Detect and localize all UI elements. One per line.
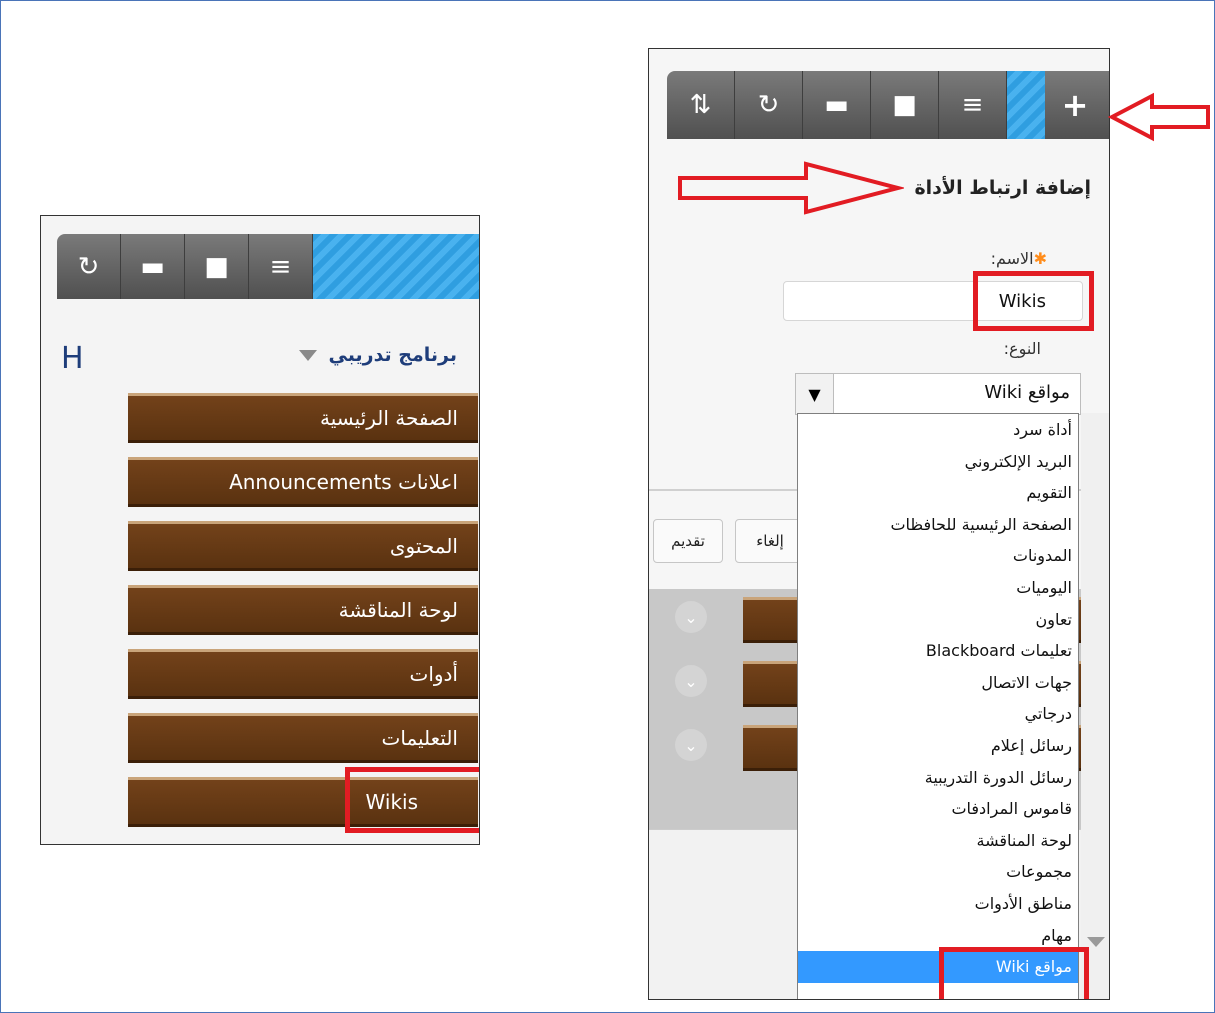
scroll-down-icon[interactable] xyxy=(1087,937,1105,947)
sort-icon[interactable]: ⇅ xyxy=(667,71,735,139)
type-option[interactable]: مناطق الأدوات xyxy=(798,888,1078,920)
menu-item-discussion-board[interactable]: لوحة المناقشة xyxy=(128,585,478,635)
menu-item-home[interactable]: الصفحة الرئيسية xyxy=(128,393,478,443)
type-option[interactable]: قاموس المرادفات xyxy=(798,793,1078,825)
chevron-down-icon[interactable]: ▼ xyxy=(796,374,834,414)
menu-item-announcements[interactable]: اعلانات Announcements xyxy=(128,457,478,507)
type-option[interactable]: مجموعات xyxy=(798,856,1078,888)
submit-button[interactable]: تقديم xyxy=(653,519,723,563)
list-icon[interactable]: ≡ xyxy=(249,234,313,299)
type-option[interactable]: تعليمات Blackboard xyxy=(798,635,1078,667)
refresh-icon[interactable]: ↻ xyxy=(57,234,121,299)
course-title-label: برنامج تدريبي xyxy=(328,344,457,366)
refresh-icon[interactable]: ↻ xyxy=(735,71,803,139)
options-scrollbar[interactable] xyxy=(1081,413,1109,999)
wikis-highlight-box xyxy=(345,767,479,833)
toolbar-stripe xyxy=(313,234,479,299)
menu-item-content[interactable]: المحتوى xyxy=(128,521,478,571)
form-title-arrow-icon xyxy=(678,161,904,215)
type-label: النوع: xyxy=(1003,339,1041,358)
type-select-value: مواقع Wiki xyxy=(984,382,1070,403)
type-option[interactable]: رسائل إعلام xyxy=(798,730,1078,762)
wiki-option-highlight-box xyxy=(939,947,1089,999)
type-option[interactable]: لوحة المناقشة xyxy=(798,825,1078,857)
toolbar-stripe xyxy=(1007,71,1045,139)
menu-item-tools[interactable]: أدوات xyxy=(128,649,478,699)
plus-icon[interactable]: + xyxy=(1045,71,1105,139)
type-option[interactable]: اليوميات xyxy=(798,572,1078,604)
name-highlight-box xyxy=(973,271,1094,331)
window-icon[interactable]: ▬ xyxy=(803,71,871,139)
type-option[interactable]: الصفحة الرئيسية للحافظات xyxy=(798,509,1078,541)
chevron-down-icon[interactable]: ⌄ xyxy=(675,665,707,697)
window-icon[interactable]: ▬ xyxy=(121,234,185,299)
type-option[interactable]: أداة سرد xyxy=(798,414,1078,446)
menu-item-help[interactable]: التعليمات xyxy=(128,713,478,763)
name-label: ✱الاسم: xyxy=(990,249,1047,268)
chevron-down-icon[interactable]: ⌄ xyxy=(675,729,707,761)
type-option[interactable]: البريد الإلكتروني xyxy=(798,446,1078,478)
type-option[interactable]: درجاتي xyxy=(798,698,1078,730)
folder-icon[interactable]: ■ xyxy=(871,71,939,139)
type-select[interactable]: ▼ مواقع Wiki xyxy=(795,373,1081,415)
type-option[interactable]: تعاون xyxy=(798,604,1078,636)
course-menu-toolbar: ↻ ▬ ■ ≡ xyxy=(57,234,479,299)
type-option[interactable]: التقويم xyxy=(798,477,1078,509)
type-option[interactable]: المدونات xyxy=(798,540,1078,572)
cancel-button[interactable]: إلغاء xyxy=(735,519,805,563)
plus-button-arrow-icon xyxy=(1108,92,1210,142)
type-options-list: أداة سرد البريد الإلكتروني التقويم الصفح… xyxy=(797,413,1079,999)
collapse-triangle-icon[interactable] xyxy=(298,349,317,361)
list-icon[interactable]: ≡ xyxy=(939,71,1007,139)
required-star-icon: ✱ xyxy=(1033,249,1047,268)
course-title[interactable]: برنامج تدريبي xyxy=(298,344,457,366)
course-menu-panel: ↻ ▬ ■ ≡ H برنامج تدريبي الصفحة الرئيسية … xyxy=(40,215,480,845)
form-title: إضافة ارتباط الأداة xyxy=(914,177,1091,199)
folder-icon[interactable]: ■ xyxy=(185,234,249,299)
chevron-down-icon[interactable]: ⌄ xyxy=(675,601,707,633)
type-option[interactable]: جهات الاتصال xyxy=(798,667,1078,699)
type-option[interactable]: رسائل الدورة التدريبية xyxy=(798,762,1078,794)
course-menu-toolbar: ⇅ ↻ ▬ ■ ≡ + xyxy=(667,71,1109,139)
course-letter: H xyxy=(61,341,84,376)
